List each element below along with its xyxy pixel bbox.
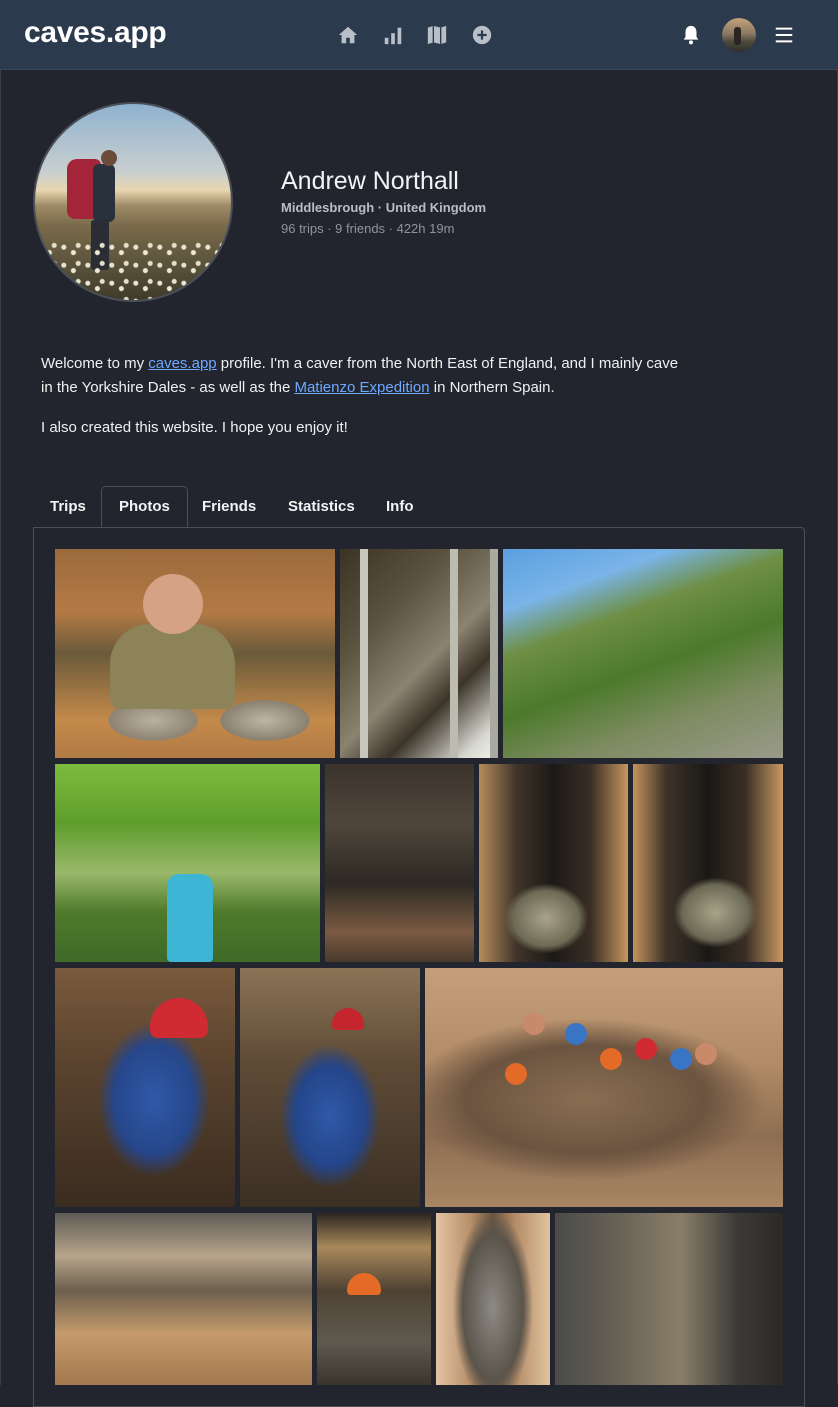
top-navbar: caves.app (0, 0, 838, 70)
stats-icon[interactable] (382, 24, 404, 46)
photo-thumbnail[interactable] (425, 968, 783, 1207)
photo-thumbnail[interactable] (340, 549, 498, 758)
profile-name: Andrew Northall (281, 167, 459, 195)
tab-statistics[interactable]: Statistics (271, 486, 372, 528)
avatar-cotton-grass (35, 240, 231, 300)
photo-thumbnail[interactable] (555, 1213, 783, 1385)
tab-photos[interactable]: Photos (101, 486, 188, 528)
photo-subject-helmet (150, 998, 208, 1038)
profile-stats: 96 trips · 9 friends · 422h 19m (281, 221, 455, 236)
caves-app-link[interactable]: caves.app (148, 355, 216, 372)
photo-subject (505, 1063, 527, 1085)
photo-subject (670, 1048, 692, 1070)
photo-thumbnail[interactable] (317, 1213, 431, 1385)
photo-subject-helmet (347, 1273, 381, 1295)
photo-subject-helmet (332, 1008, 364, 1030)
menu-icon[interactable] (773, 24, 795, 46)
photo-thumbnail[interactable] (55, 549, 335, 758)
photo-subject (167, 874, 213, 962)
photo-subject (523, 1013, 545, 1035)
photo-thumbnail[interactable] (633, 764, 783, 962)
profile-location: Middlesbrough · United Kingdom (281, 200, 487, 215)
photo-thumbnail[interactable] (479, 764, 628, 962)
add-icon[interactable] (471, 24, 493, 46)
photo-subject (695, 1043, 717, 1065)
bio-paragraph-2: I also created this website. I hope you … (41, 419, 348, 436)
tab-info[interactable]: Info (369, 486, 431, 528)
photo-thumbnail[interactable] (240, 968, 420, 1207)
photo-thumbnail[interactable] (55, 764, 320, 962)
photo-subject (110, 624, 235, 709)
photo-subject-head (143, 574, 203, 634)
photo-subject (635, 1038, 657, 1060)
profile-bio: Welcome to my caves.app profile. I'm a c… (41, 352, 681, 456)
map-icon[interactable] (426, 24, 448, 46)
matienzo-expedition-link[interactable]: Matienzo Expedition (294, 379, 429, 396)
avatar-hiker-head (101, 150, 117, 166)
photo-thumbnail[interactable] (436, 1213, 550, 1385)
photo-thumbnail[interactable] (55, 1213, 312, 1385)
bio-paragraph-1: Welcome to my caves.app profile. I'm a c… (41, 352, 681, 400)
photo-thumbnail[interactable] (55, 968, 235, 1207)
avatar-hiker (93, 164, 115, 222)
brand-logo[interactable]: caves.app (24, 16, 167, 50)
tab-trips[interactable]: Trips (33, 486, 103, 528)
photo-subject (600, 1048, 622, 1070)
profile-avatar (33, 102, 233, 302)
photo-subject (565, 1023, 587, 1045)
photo-thumbnail[interactable] (325, 764, 474, 962)
tab-friends[interactable]: Friends (185, 486, 273, 528)
user-avatar[interactable] (722, 18, 756, 52)
bio-text: in Northern Spain. (429, 379, 555, 396)
photo-thumbnail[interactable] (503, 549, 783, 758)
home-icon[interactable] (337, 24, 359, 46)
bell-icon[interactable] (680, 24, 702, 46)
bio-text: Welcome to my (41, 355, 149, 372)
